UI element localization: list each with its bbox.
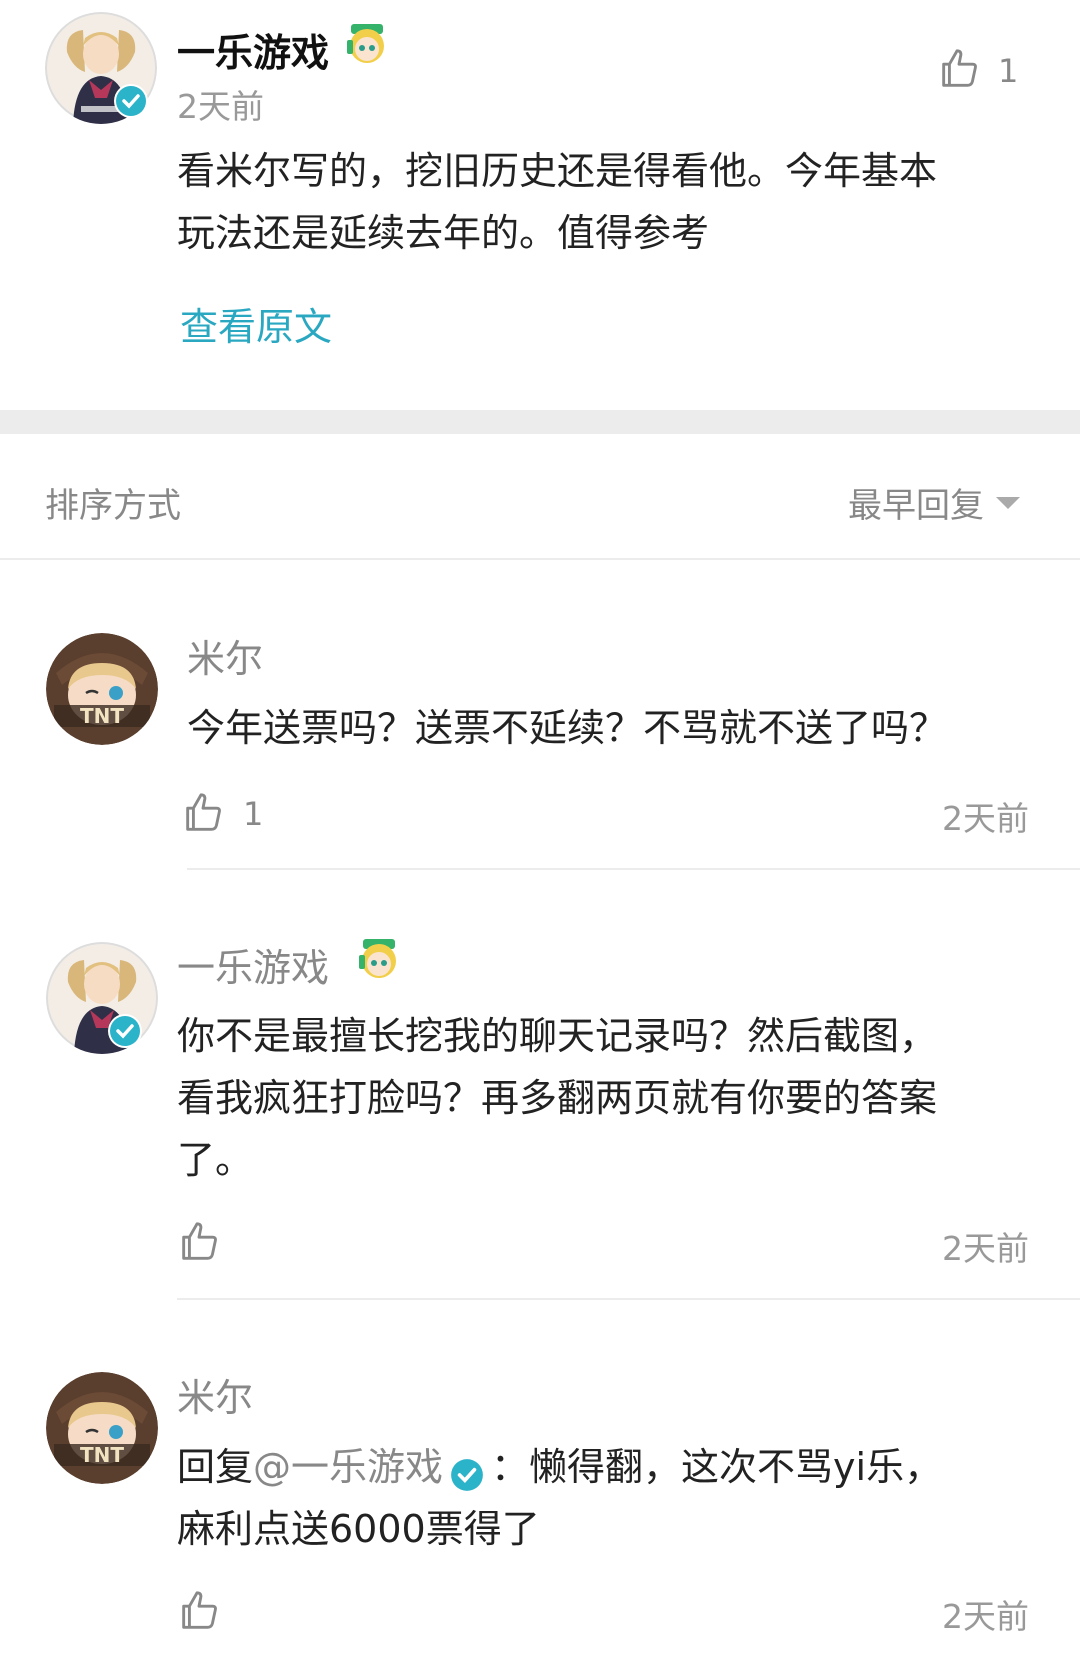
thumbs-up-icon[interactable] xyxy=(176,1218,222,1264)
comment-text-line: 你不是最擅长挖我的聊天记录吗？然后截图， xyxy=(177,1014,938,1058)
view-original-link[interactable]: 查看原文 xyxy=(180,296,332,351)
section-separator xyxy=(0,410,1080,434)
reply-prefix: 回复 xyxy=(177,1445,254,1489)
comment-author-avatar[interactable]: TNT xyxy=(46,1372,158,1484)
comment-text-line: 了。 xyxy=(177,1138,254,1182)
post-text: 看米尔写的，挖旧历史还是得看他。今年基本 玩法还是延续去年的。值得参考 xyxy=(177,140,1057,264)
comment-text-line: 回复 @一乐游戏 ：懒得翻，这次不骂yi乐， xyxy=(177,1436,1057,1498)
mascot-emoji-icon xyxy=(355,935,403,983)
caret-down-icon xyxy=(996,496,1020,509)
comment-time: 2天前 xyxy=(942,1597,1029,1636)
comment-author-name[interactable]: 一乐游戏 xyxy=(177,937,329,992)
sort-divider xyxy=(0,558,1080,560)
reply-text: ：懒得翻，这次不骂yi乐， xyxy=(491,1445,943,1489)
comment-divider xyxy=(187,868,1080,870)
thumbs-up-icon[interactable] xyxy=(180,789,226,835)
reply-mention[interactable]: @一乐游戏 xyxy=(253,1436,443,1498)
verified-badge-icon xyxy=(449,1449,485,1491)
sort-label: 排序方式 xyxy=(45,486,181,526)
thumbs-up-icon[interactable] xyxy=(176,1587,222,1633)
comment-text: 回复 @一乐游戏 ：懒得翻，这次不骂yi乐， 麻利点送6000票得了 xyxy=(177,1436,1057,1560)
comment-author-name[interactable]: 米尔 xyxy=(187,628,263,683)
comment-like-count: 1 xyxy=(243,795,264,833)
post-author-name[interactable]: 一乐游戏 xyxy=(177,22,329,77)
comment-text-line: 看我疯狂打脸吗？再多翻两页就有你要的答案 xyxy=(177,1076,938,1120)
post-like-count: 1 xyxy=(998,52,1019,90)
sort-dropdown[interactable]: 最早回复 xyxy=(848,478,1020,527)
post-text-line: 看米尔写的，挖旧历史还是得看他。今年基本 xyxy=(177,149,938,193)
svg-text:TNT: TNT xyxy=(80,704,124,728)
comment-divider xyxy=(177,1298,1080,1300)
svg-text:TNT: TNT xyxy=(80,1443,124,1467)
comment-time: 2天前 xyxy=(942,1229,1029,1268)
comment-author-name[interactable]: 米尔 xyxy=(177,1367,253,1422)
verified-badge-icon xyxy=(108,1014,142,1048)
thumbs-up-icon[interactable] xyxy=(936,45,982,91)
comment-author-avatar[interactable]: TNT xyxy=(46,633,158,745)
verified-badge-icon xyxy=(114,84,148,118)
comment-time: 2天前 xyxy=(942,799,1029,838)
comment-text-line: 今年送票吗？送票不延续？不骂就不送了吗？ xyxy=(187,706,948,750)
comment-text: 今年送票吗？送票不延续？不骂就不送了吗？ xyxy=(187,697,1047,759)
comment-text: 你不是最擅长挖我的聊天记录吗？然后截图， 看我疯狂打脸吗？再多翻两页就有你要的答… xyxy=(177,1005,1057,1191)
mascot-emoji-icon xyxy=(343,20,391,68)
post-text-line: 玩法还是延续去年的。值得参考 xyxy=(177,211,710,255)
comment-text-line: 麻利点送6000票得了 xyxy=(177,1507,540,1551)
post-time: 2天前 xyxy=(177,87,264,126)
sort-value: 最早回复 xyxy=(848,486,984,526)
